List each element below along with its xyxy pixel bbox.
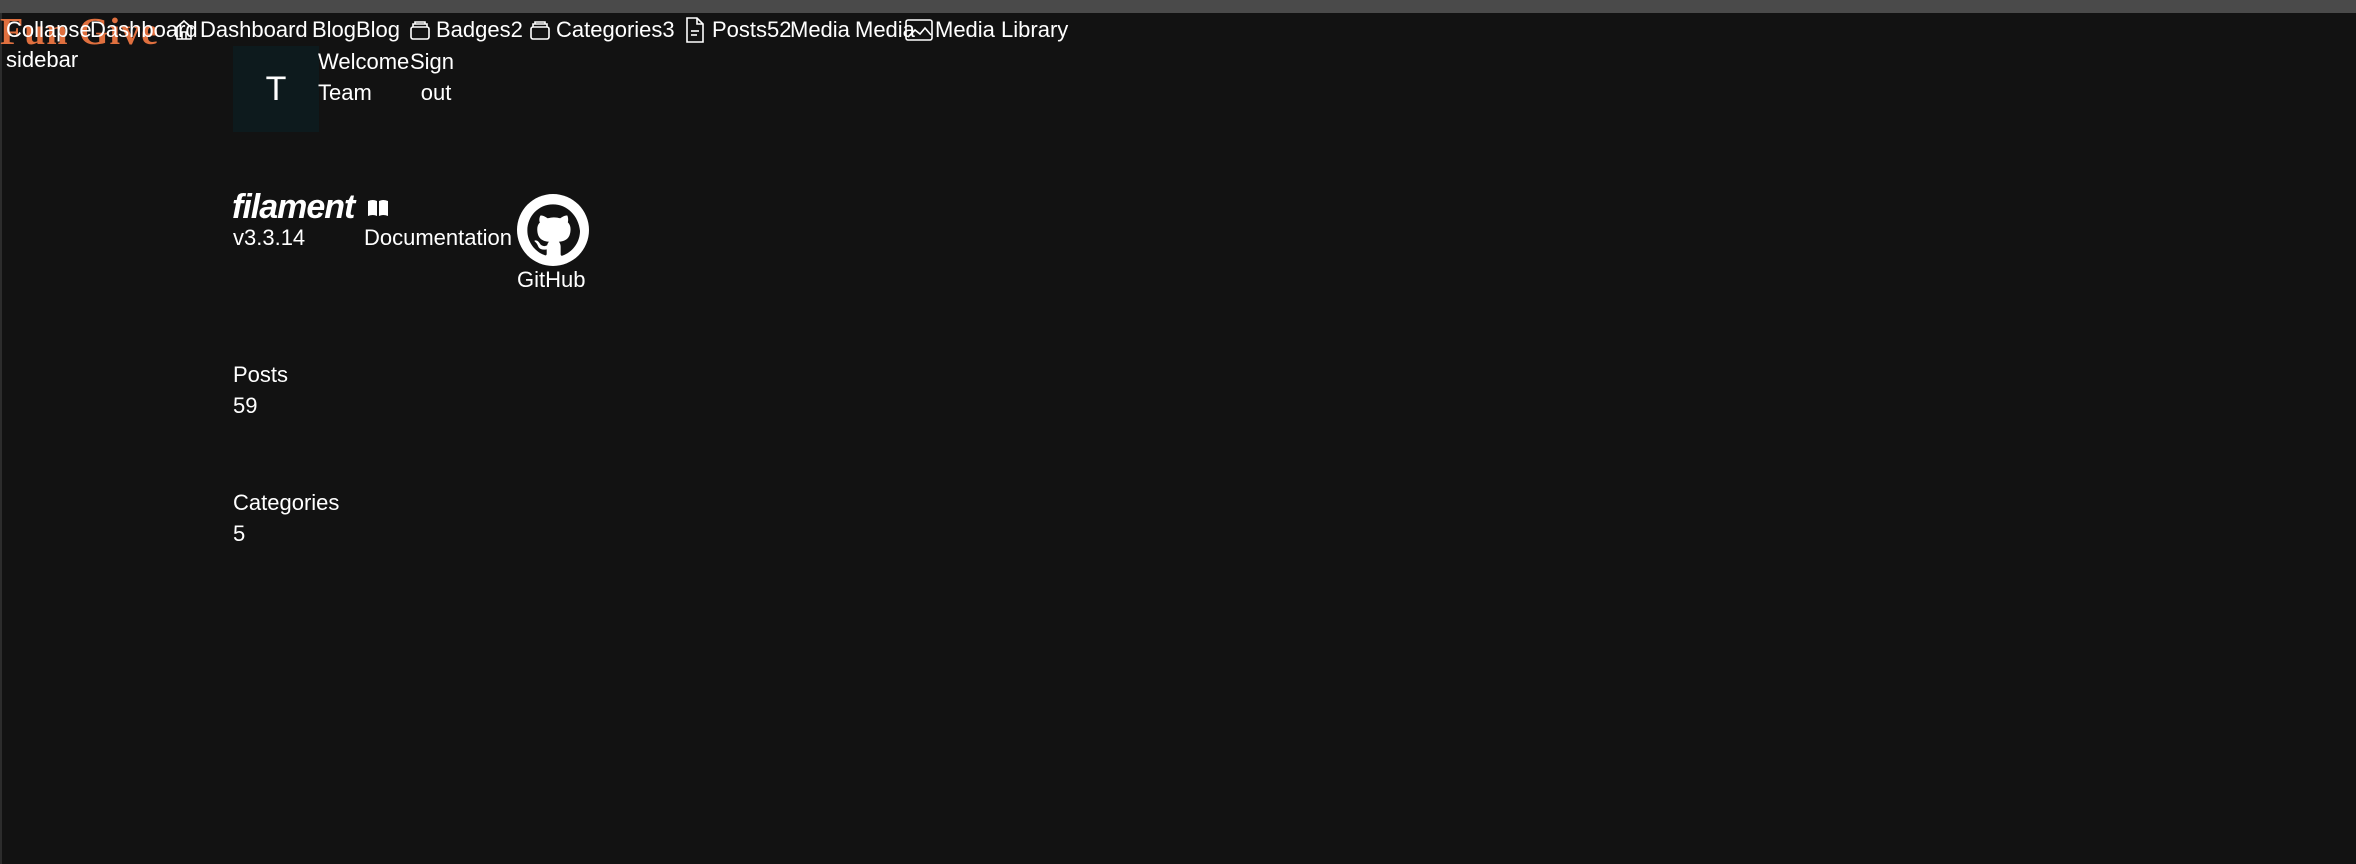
documentation-link[interactable]: Documentation	[364, 222, 512, 253]
stat-categories-value: 5	[233, 521, 246, 546]
nav-group-blog-toggle-label: Blog	[356, 17, 401, 42]
nav-group-media-label: Media	[790, 17, 850, 42]
sidebar-item-posts[interactable]: Posts52	[712, 15, 792, 45]
filament-version: v3.3.14	[233, 225, 306, 250]
nav-group-media[interactable]: Media	[790, 15, 850, 45]
sidebar-item-media-library[interactable]: Media Library	[935, 15, 1068, 45]
sidebar-item-dashboard[interactable]: Dashboard	[200, 15, 308, 45]
stack-icon	[528, 18, 552, 47]
sidebar-item-posts-label: Posts	[712, 17, 768, 42]
sidebar-item-media-library-label: Media Library	[935, 17, 1069, 42]
stat-posts-value: 59	[233, 393, 258, 418]
posts-count-badge: 52	[767, 17, 792, 42]
categories-count-badge: 3	[662, 17, 675, 42]
team-name: Team	[318, 80, 372, 105]
nav-group-blog-label: Blog	[312, 17, 357, 42]
welcome-label: Welcome	[318, 49, 410, 74]
avatar[interactable]: T	[233, 46, 319, 132]
github-icon[interactable]	[517, 194, 589, 266]
welcome-text: Welcome Team	[318, 46, 409, 108]
sidebar-item-categories-label: Categories	[556, 17, 663, 42]
sidebar-item-categories[interactable]: Categories3	[556, 15, 675, 45]
nav-group-blog-toggle[interactable]: Blog	[356, 15, 400, 45]
image-icon	[904, 18, 934, 47]
avatar-initial: T	[265, 69, 287, 108]
collapse-sidebar-label: Collapse sidebar	[6, 17, 92, 72]
left-edge	[0, 13, 2, 864]
stat-categories: Categories 5	[233, 487, 339, 549]
sidebar-item-badges[interactable]: Badges2	[436, 15, 523, 45]
sign-out-label-line1: Sign	[410, 49, 455, 74]
home-icon	[172, 18, 196, 47]
stat-posts-label: Posts	[233, 362, 289, 387]
sidebar-item-dashboard-label: Dashboard	[200, 17, 308, 42]
nav-group-blog[interactable]: Blog	[312, 15, 356, 45]
document-icon	[684, 16, 706, 49]
github-link[interactable]: GitHub	[517, 264, 585, 295]
stat-posts: Posts 59	[233, 359, 288, 421]
badges-count-badge: 2	[510, 17, 523, 42]
book-icon	[367, 199, 389, 222]
stack-icon	[408, 18, 432, 47]
sign-out-label-line2: out	[420, 80, 452, 105]
collapse-sidebar-button[interactable]: Collapse sidebar	[6, 15, 92, 75]
window-top-bar	[0, 0, 2356, 13]
sign-out-button[interactable]: Sign out	[410, 46, 454, 108]
stat-categories-label: Categories	[233, 490, 340, 515]
sidebar-item-badges-label: Badges	[436, 17, 511, 42]
